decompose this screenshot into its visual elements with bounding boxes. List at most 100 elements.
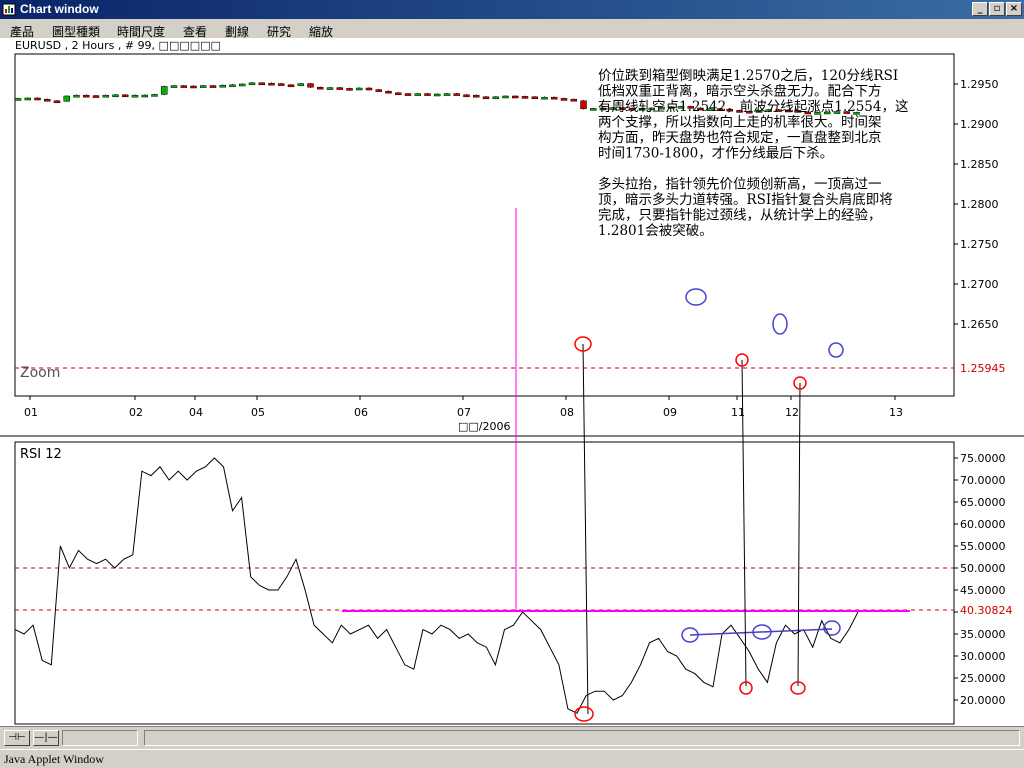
candle-body: [326, 87, 334, 90]
date-axis: 01 02 04 05 06 07 08 09 11 12 13: [24, 396, 903, 419]
zoom-label[interactable]: Zoom: [20, 365, 60, 381]
tool-button-1[interactable]: ⊣⊢: [4, 730, 30, 746]
price-tick-label: 1.2900: [960, 118, 999, 131]
maximize-button[interactable]: ▫: [989, 2, 1005, 16]
candle-body: [73, 94, 80, 98]
candle-body: [34, 97, 41, 101]
candle-body: [151, 94, 158, 97]
candle-body: [541, 96, 548, 100]
candle-body: [229, 84, 236, 88]
candle-body: [336, 87, 343, 90]
close-button[interactable]: ×: [1006, 2, 1022, 16]
candle-body: [219, 84, 226, 88]
annotation-line: 时间1730-1800，才作分线最后下杀。: [598, 146, 833, 162]
candle-body: [102, 94, 109, 98]
app-icon: [2, 3, 16, 16]
date-tick-label: 12: [785, 406, 799, 419]
price-line-label: 1.25945: [960, 362, 1006, 375]
minimize-button[interactable]: _: [972, 2, 988, 16]
annotation-line: 顶，暗示多头力道转强。RSI指针复合头肩底即将: [598, 191, 893, 208]
candle-body: [492, 96, 499, 100]
candle-body: [14, 98, 22, 101]
candle-body: [131, 94, 139, 98]
rsi-tick-label: 30.0000: [960, 650, 1006, 663]
candle-body: [92, 95, 100, 98]
title-bar: Chart window _ ▫ ×: [0, 0, 1024, 19]
candle-body: [473, 94, 480, 98]
candle-body: [83, 94, 90, 98]
candle-body: [317, 86, 324, 90]
candle-body: [170, 85, 178, 88]
candle-body: [53, 100, 61, 104]
rsi-axis: 75.0000 70.0000 65.0000 60.0000 55.0000 50.00…: [954, 452, 1006, 707]
date-tick-label: 09: [663, 406, 677, 419]
applet-warning-bar: Java Applet Window: [0, 749, 1024, 768]
candle-body: [141, 94, 148, 98]
applet-label: Java Applet Window: [4, 752, 104, 766]
candle-body: [24, 97, 31, 101]
symbol-line: EURUSD , 2 Hours , # 99, □□□□□□: [15, 39, 221, 52]
annotation-line: 两个支撑，所以指数向上走的机率很大。时间架: [598, 114, 882, 131]
rsi-panel: [14, 441, 955, 725]
chart-canvas[interactable]: EURUSD , 2 Hours , # 99, □□□□□□ 1.29501.…: [0, 38, 1024, 726]
tool-button-2[interactable]: —|—: [33, 730, 59, 746]
candle-body: [190, 85, 197, 89]
candle-body: [521, 96, 529, 99]
date-tick-label: 05: [251, 406, 265, 419]
candle-body: [385, 90, 392, 94]
candle-body: [551, 96, 558, 100]
candle-body: [424, 93, 431, 96]
candle-body: [44, 98, 51, 102]
rsi-tick-label: 45.0000: [960, 584, 1006, 597]
candle-body: [307, 83, 314, 88]
candle-body: [112, 94, 119, 98]
annotation-line: 低档双重正背离，暗示空头杀盘无力。配合下方: [598, 83, 882, 100]
rsi-tick-label: 55.0000: [960, 540, 1006, 553]
candle-body: [268, 82, 275, 86]
rsi-tick-label: 50.0000: [960, 562, 1006, 575]
candle-body: [580, 100, 587, 110]
candle-body: [365, 87, 373, 91]
rsi-tick-label: 65.0000: [960, 496, 1006, 509]
candle-body: [414, 93, 421, 96]
annotation-line: 构方面，昨天盘势也符合规定，一直盘整到北京: [598, 129, 882, 146]
menu-bar: 產品 圖型種類 時間尺度 查看 劃線 研究 縮放: [0, 20, 1024, 39]
candle-body: [346, 88, 353, 91]
date-tick-label: 07: [457, 406, 471, 419]
rsi-tick-label: 20.0000: [960, 694, 1006, 707]
status-bar: ⊣⊢ —|—: [0, 726, 1024, 748]
candle-body: [375, 89, 382, 92]
candle-body: [404, 93, 412, 96]
date-tick-label: 04: [189, 406, 203, 419]
candle-body: [560, 98, 568, 101]
annotation-line: 价位跌到箱型倒映满足1.2570之后，120分线RSI: [598, 68, 898, 84]
candle-body: [443, 93, 451, 96]
candle-body: [395, 92, 402, 96]
candle-body: [239, 83, 246, 87]
annotation-line: 1.2801会被突破。: [598, 223, 713, 239]
candle-body: [258, 82, 265, 86]
annotation-line: 多头拉抬，指针领先价位频创新高，一顶高过一: [598, 176, 882, 193]
rsi-tick-label: 70.0000: [960, 474, 1006, 487]
candle-body: [434, 93, 441, 97]
candle-body: [122, 94, 129, 98]
price-tick-label: 1.2700: [960, 278, 999, 291]
date-axis-label: □□/2006: [458, 420, 511, 433]
candle-body: [590, 108, 597, 111]
candle-body: [287, 84, 295, 88]
date-tick-label: 13: [889, 406, 903, 419]
chart-area: EURUSD , 2 Hours , # 99, □□□□□□ 1.2950 1.…: [0, 38, 1024, 726]
price-tick-label: 1.2650: [960, 318, 999, 331]
annotation-line: 有周线轧空点1.2542，前波分线起涨点1.2554，这: [598, 98, 908, 115]
price-axis: 1.2950 1.2900 1.2850 1.2800 1.2750 1.2700 1.26…: [954, 78, 999, 331]
price-tick-label: 1.2850: [960, 158, 999, 171]
candle-body: [482, 96, 490, 100]
status-field-2: [144, 730, 1020, 746]
rsi-current-value: 40.30824: [960, 604, 1013, 617]
candle-body: [248, 82, 256, 86]
candle-body: [531, 96, 538, 100]
candle-body: [200, 85, 207, 88]
candle-body: [570, 98, 577, 102]
candle-body: [502, 95, 509, 99]
price-tick-label: 1.2800: [960, 198, 999, 211]
